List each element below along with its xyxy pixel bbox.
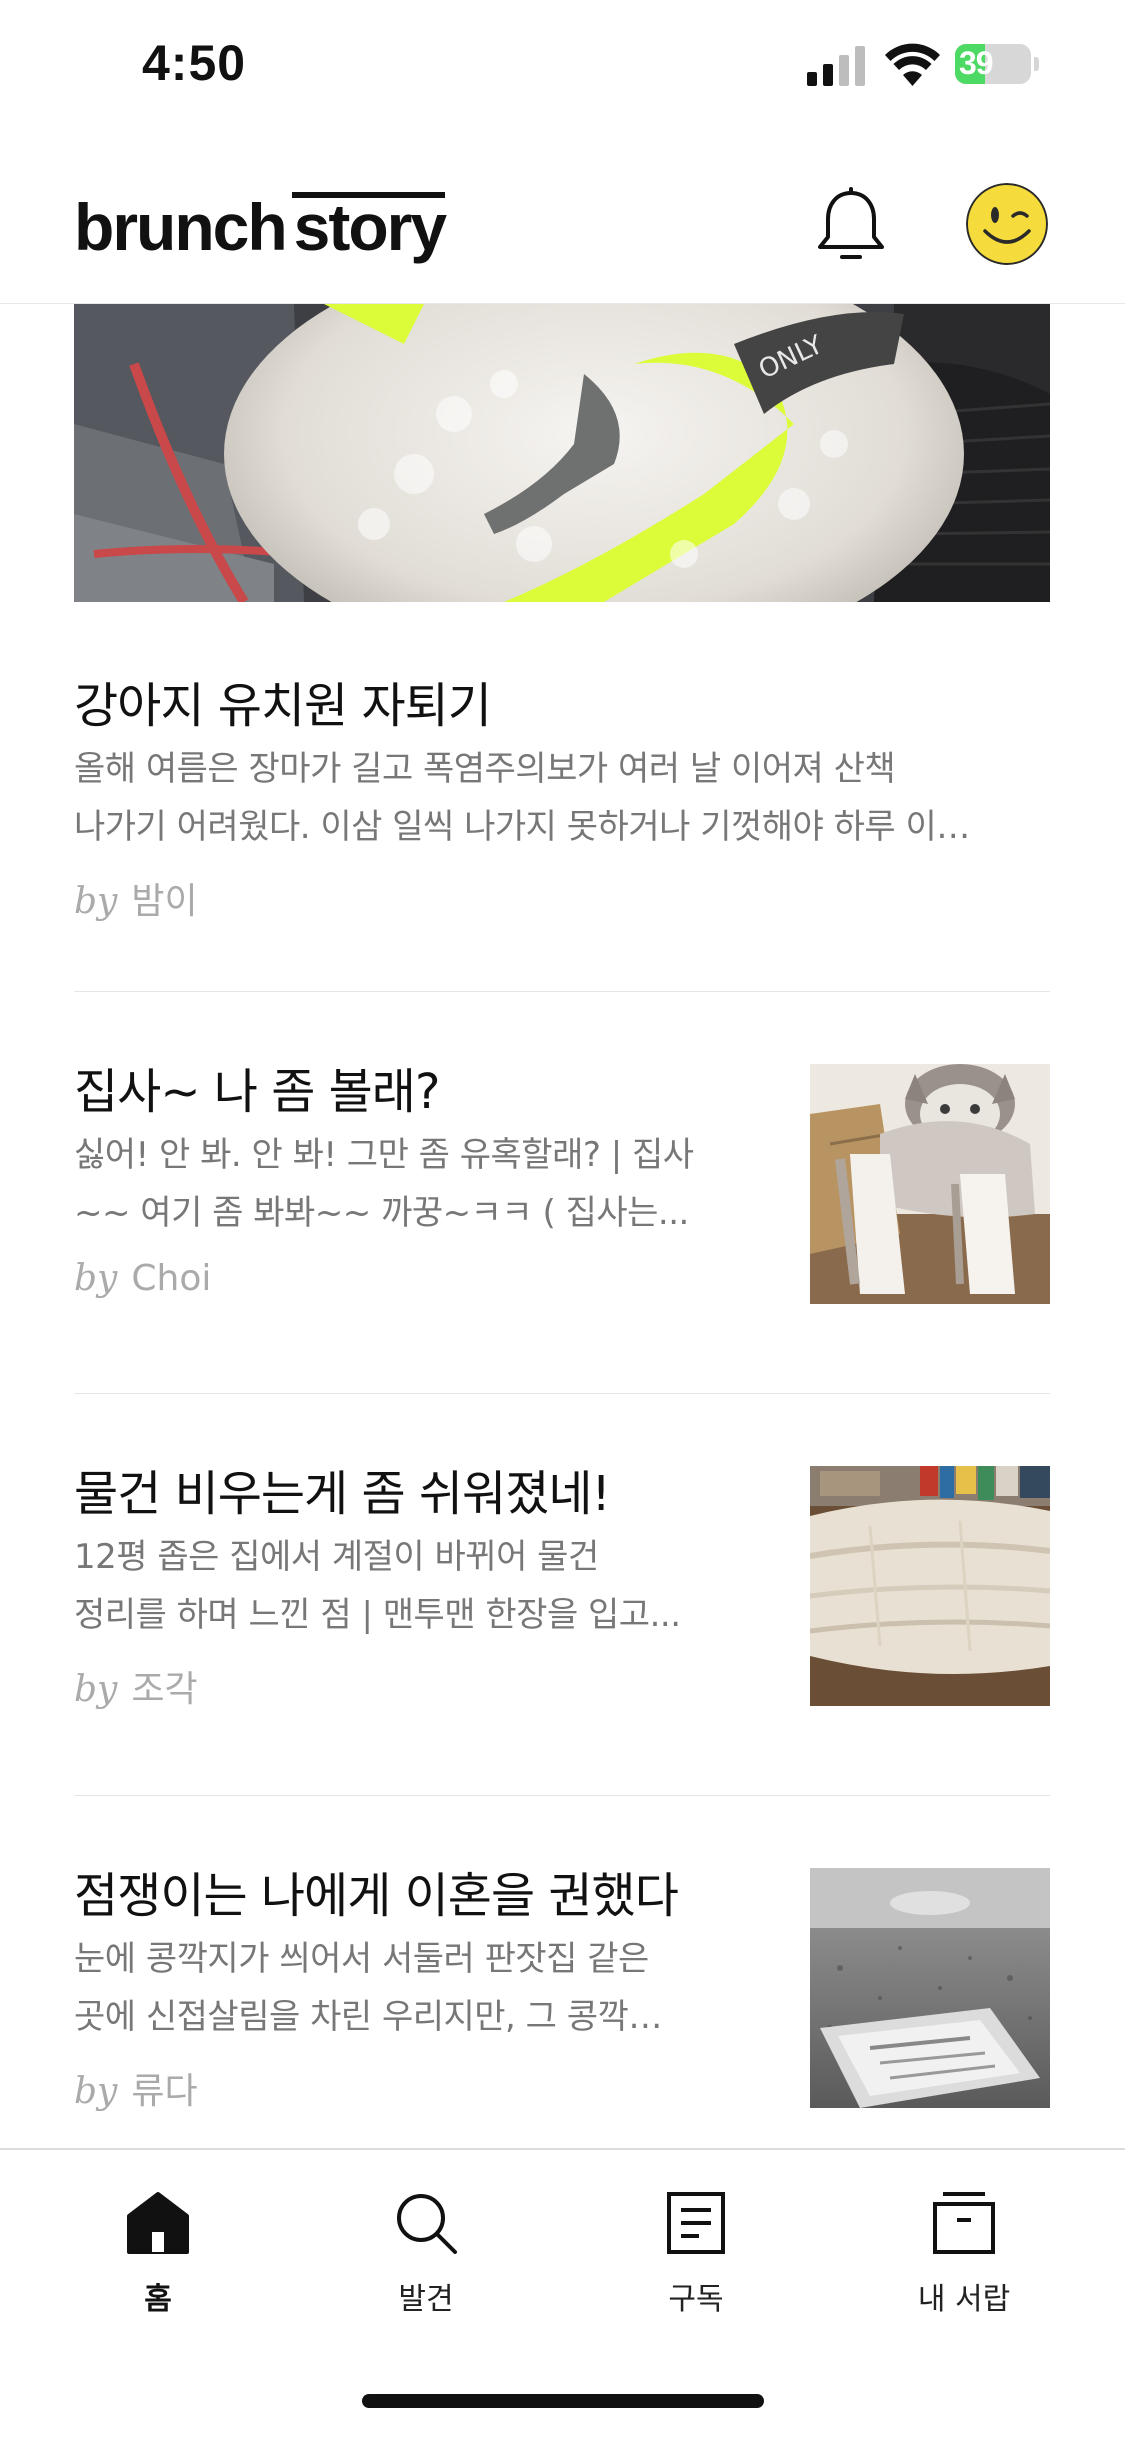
logo-story: story — [293, 190, 447, 264]
tab-home-label: 홈 — [144, 2282, 172, 2317]
author-name: 밤이 — [131, 881, 198, 922]
document-icon — [667, 2192, 725, 2254]
article-author[interactable]: by 밤이 — [74, 872, 198, 924]
article-author[interactable]: by 조각 — [74, 1660, 198, 1712]
drawer-icon — [933, 2192, 995, 2254]
article-title: 물건 비우는게 좀 쉬워졌네! — [74, 1466, 611, 1522]
notification-bell-icon[interactable] — [814, 187, 888, 263]
battery-indicator: 39 — [955, 44, 1039, 84]
home-indicator[interactable] — [362, 2394, 764, 2408]
article-excerpt: 올해 여름은 장마가 길고 폭염주의보가 여러 날 이어져 산책 나가기 어려웠… — [74, 749, 970, 847]
tab-discover-label: 발견 — [398, 2282, 454, 2317]
article-thumbnail-cat[interactable] — [810, 1064, 1050, 1304]
logo-brunch: brunch — [74, 190, 288, 264]
status-time: 4:50 — [142, 35, 247, 91]
brunch-story-logo[interactable]: brunch story — [74, 189, 447, 265]
author-name: 조각 — [131, 1669, 198, 1710]
wifi-icon — [885, 43, 940, 86]
by-label: by — [74, 1258, 118, 1299]
article-feed[interactable]: ONLY 강아지 유치원 자퇴기 올해 여름은 장마가 길고 폭염주의보가 여러… — [0, 304, 1125, 2148]
article-hero-image[interactable]: ONLY — [74, 304, 1050, 602]
article-thumbnail-street[interactable] — [810, 1868, 1050, 2108]
home-icon — [127, 2192, 189, 2254]
search-icon — [397, 2194, 457, 2254]
tab-drawer[interactable]: 내 서랍 — [864, 2190, 1064, 2330]
article-title: 집사~ 나 좀 볼래? — [74, 1064, 440, 1120]
article-thumbnail-clothes[interactable] — [810, 1466, 1050, 1706]
article-excerpt: 싫어! 안 봐. 안 봐! 그만 좀 유혹할래? | 집사 ~~ 여기 좀 봐봐… — [74, 1135, 694, 1233]
profile-avatar[interactable] — [966, 183, 1048, 265]
tab-subscribe-label: 구독 — [668, 2282, 724, 2317]
battery-level: 39 — [959, 45, 994, 81]
tab-home[interactable]: 홈 — [58, 2190, 258, 2330]
tab-drawer-label: 내 서랍 — [917, 2282, 1011, 2317]
by-label: by — [74, 1669, 118, 1710]
by-label: by — [74, 2071, 118, 2112]
author-name: 류다 — [131, 2071, 198, 2112]
tab-discover[interactable]: 발견 — [326, 2190, 526, 2330]
tab-subscribe[interactable]: 구독 — [596, 2190, 796, 2330]
article-title: 점쟁이는 나에게 이혼을 권했다 — [74, 1868, 679, 1924]
author-name: Choi — [131, 1258, 212, 1299]
winking-smiley-icon — [966, 183, 1048, 265]
article-excerpt: 눈에 콩깍지가 씌어서 서둘러 판잣집 같은 곳에 신접살림을 차린 우리지만,… — [74, 1939, 662, 2037]
article-author[interactable]: by 류다 — [74, 2062, 198, 2114]
by-label: by — [74, 881, 118, 922]
article-item[interactable]: 강아지 유치원 자퇴기 올해 여름은 장마가 길고 폭염주의보가 여러 날 이어… — [74, 602, 1050, 992]
cellular-signal-icon — [807, 46, 865, 86]
article-excerpt: 12평 좁은 집에서 계절이 바뀌어 물건 정리를 하며 느낀 점 | 맨투맨 … — [74, 1537, 681, 1635]
status-bar: 4:50 39 — [0, 0, 1125, 135]
article-title: 강아지 유치원 자퇴기 — [74, 678, 492, 734]
article-author[interactable]: by Choi — [74, 1258, 211, 1299]
app-header: brunch story — [0, 135, 1125, 304]
